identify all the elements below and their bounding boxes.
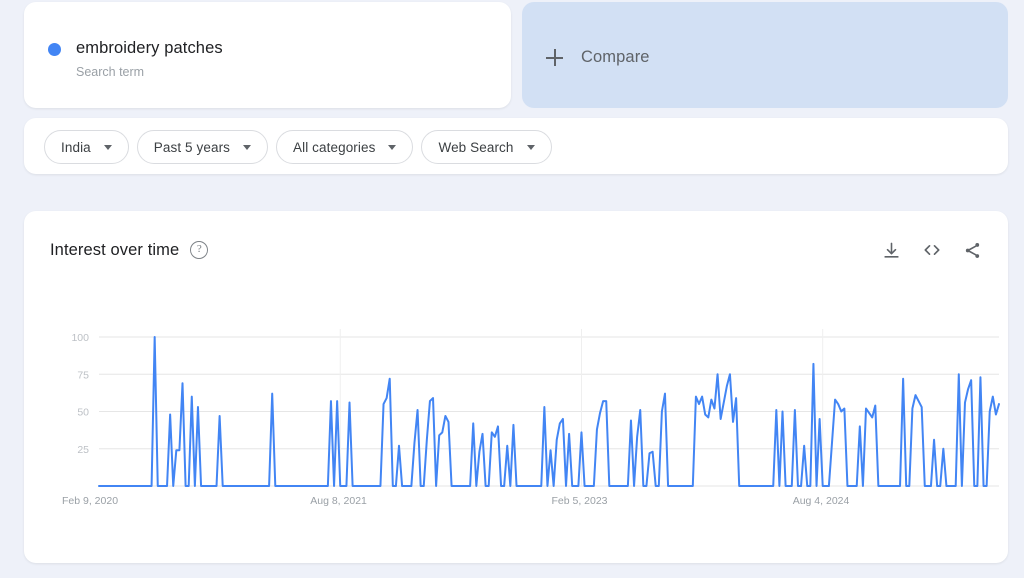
x-axis-tick-label: Feb 9, 2020: [62, 495, 118, 507]
search-terms-row: embroidery patches Search term Compare: [24, 2, 1008, 108]
y-axis-tick-label: 50: [77, 407, 89, 419]
chart-tools: [882, 240, 982, 260]
location-filter-label: India: [61, 139, 91, 155]
chart-plot-area: 25 50 75 100 Feb 9, 2020 Aug 8, 2021 Feb 5, 20…: [24, 321, 1008, 521]
y-axis-tick-label: 100: [71, 332, 89, 344]
x-axis-tick-label: Feb 5, 2023: [551, 495, 607, 507]
search-type-filter-label: Web Search: [438, 139, 514, 155]
y-axis-tick-label: 75: [77, 369, 89, 381]
search-term-type: Search term: [76, 65, 145, 79]
help-circle-icon[interactable]: ?: [190, 241, 209, 259]
y-axis-tick-label: 25: [77, 444, 89, 456]
category-filter[interactable]: All categories: [276, 130, 414, 164]
time-range-filter-label: Past 5 years: [153, 139, 231, 155]
plus-icon: [546, 49, 563, 66]
interest-over-time-chart: 25 50 75 100 Feb 9, 2020 Aug 8, 2021 Feb 5, 20…: [62, 329, 1000, 507]
embed-code-icon[interactable]: [922, 240, 942, 260]
series-color-dot: [48, 43, 61, 56]
time-range-filter[interactable]: Past 5 years: [136, 130, 269, 164]
chevron-down-icon: [103, 144, 112, 150]
compare-label: Compare: [581, 48, 650, 66]
chart-title-group: Interest over time ?: [50, 240, 209, 260]
share-icon[interactable]: [963, 241, 982, 260]
search-term-card[interactable]: embroidery patches Search term: [24, 2, 511, 108]
chevron-down-icon: [388, 144, 397, 150]
x-axis-tick-label: Aug 4, 2024: [793, 495, 850, 507]
chevron-down-icon: [243, 144, 252, 150]
chevron-down-icon: [526, 144, 535, 150]
compare-content: Compare: [546, 48, 650, 67]
search-term-text: embroidery patches Search term: [76, 38, 223, 80]
filter-bar: India Past 5 years All categories Web Se…: [24, 118, 1008, 174]
interest-over-time-card: Interest over time ? 25 50 75 100 Feb 9,…: [24, 211, 1008, 563]
compare-card[interactable]: Compare: [522, 2, 1008, 108]
search-term-content: embroidery patches Search term: [48, 38, 223, 80]
search-type-filter[interactable]: Web Search: [421, 130, 552, 164]
search-term-name: embroidery patches: [76, 39, 223, 57]
chart-header: Interest over time ?: [50, 240, 982, 260]
filter-chips: India Past 5 years All categories Web Se…: [44, 130, 552, 164]
download-icon[interactable]: [882, 241, 901, 260]
category-filter-label: All categories: [293, 139, 376, 155]
page-title: Interest over time: [50, 240, 180, 259]
location-filter[interactable]: India: [44, 130, 129, 164]
x-axis-tick-label: Aug 8, 2021: [310, 495, 367, 507]
